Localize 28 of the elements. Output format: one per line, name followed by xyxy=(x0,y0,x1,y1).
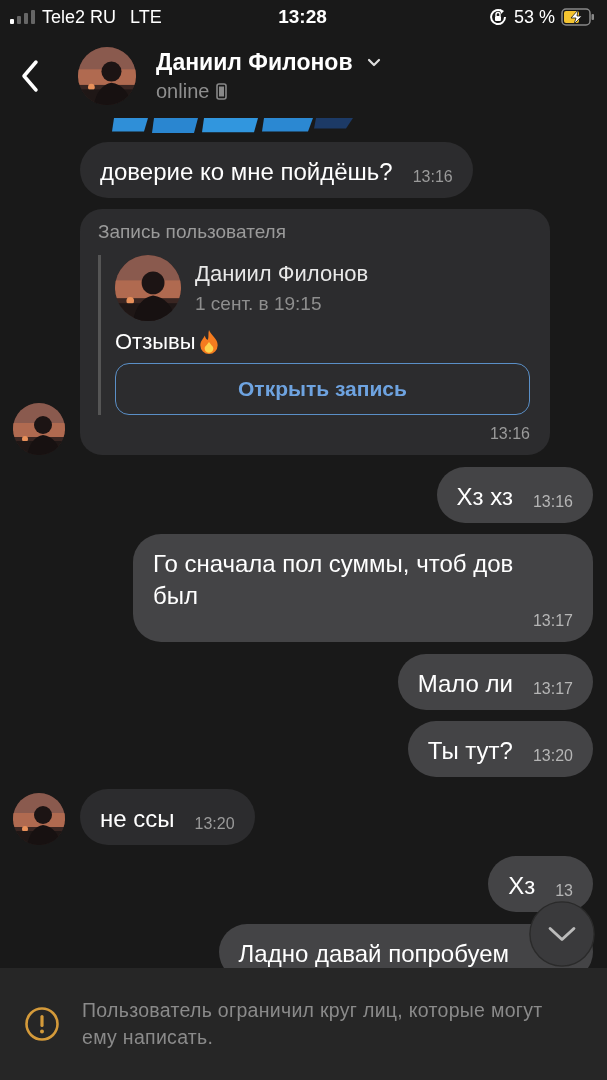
message-time: 13:16 xyxy=(412,167,453,187)
message-text: Хз xyxy=(508,871,536,901)
online-status: online xyxy=(156,80,210,103)
message-time: 13:20 xyxy=(194,814,235,834)
post-text: Отзывы xyxy=(115,329,196,355)
message-text: Го сначала пол суммы, чтоб дов был xyxy=(153,549,515,611)
network-type: LTE xyxy=(130,6,162,28)
message-time: 13:17 xyxy=(532,612,573,631)
battery-percent: 53 % xyxy=(513,6,555,28)
post-author[interactable]: Даниил Филонов xyxy=(195,261,369,287)
message-text: Ты тут? xyxy=(427,736,513,766)
message-text: Мало ли xyxy=(417,668,513,699)
post-label: Запись пользователя xyxy=(98,221,287,243)
restriction-notice: Пользователь ограничил круг лиц, которые могут ему написать. xyxy=(82,998,544,1050)
message-time: 13:16 xyxy=(489,425,530,444)
contact-name[interactable]: Даниил Филонов xyxy=(156,49,353,76)
open-post-button[interactable]: Открыть запись xyxy=(115,363,530,415)
carrier-name: Tele2 RU xyxy=(42,6,117,28)
post-date: 1 сент. в 19:15 xyxy=(195,293,323,315)
message-text: доверие ко мне пойдёшь? xyxy=(100,156,393,187)
message-text: Ладно давай попробуем xyxy=(238,938,509,968)
status-time: 13:28 xyxy=(278,6,327,28)
message-text: не ссы xyxy=(100,803,175,834)
message-time: 13 xyxy=(555,882,573,901)
message-time: 13:20 xyxy=(532,747,573,766)
message-text: Хз хз xyxy=(456,481,513,512)
message-time: 13:16 xyxy=(532,492,573,512)
message-time: 13:17 xyxy=(532,679,573,699)
